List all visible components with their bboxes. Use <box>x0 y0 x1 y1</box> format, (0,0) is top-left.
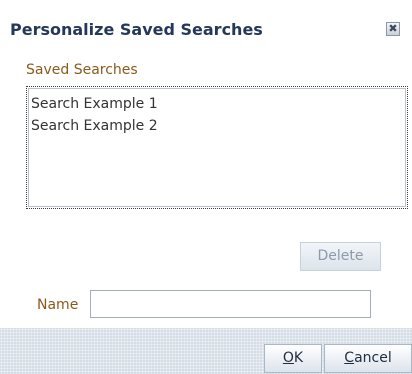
saved-searches-label: Saved Searches <box>26 62 138 78</box>
delete-button[interactable]: Delete <box>300 242 381 271</box>
name-label: Name <box>37 297 79 313</box>
ok-mnemonic: O <box>282 350 294 366</box>
close-icon[interactable]: ✖ <box>386 22 400 36</box>
cancel-mnemonic: C <box>344 350 355 366</box>
cancel-button[interactable]: Cancel <box>324 344 412 373</box>
list-item-search-example-2[interactable]: Search Example 2 <box>31 115 407 137</box>
ok-label: K <box>293 350 304 366</box>
name-input[interactable] <box>90 290 371 318</box>
dialog-title: Personalize Saved Searches <box>10 20 263 39</box>
personalize-saved-searches-dialog: Personalize Saved Searches ✖ Saved Searc… <box>0 0 412 374</box>
cancel-label: ancel <box>354 350 392 366</box>
saved-searches-list[interactable]: Search Example 1 Search Example 2 <box>26 86 408 209</box>
ok-button[interactable]: OK <box>264 344 322 373</box>
list-item-search-example-1[interactable]: Search Example 1 <box>31 93 407 115</box>
